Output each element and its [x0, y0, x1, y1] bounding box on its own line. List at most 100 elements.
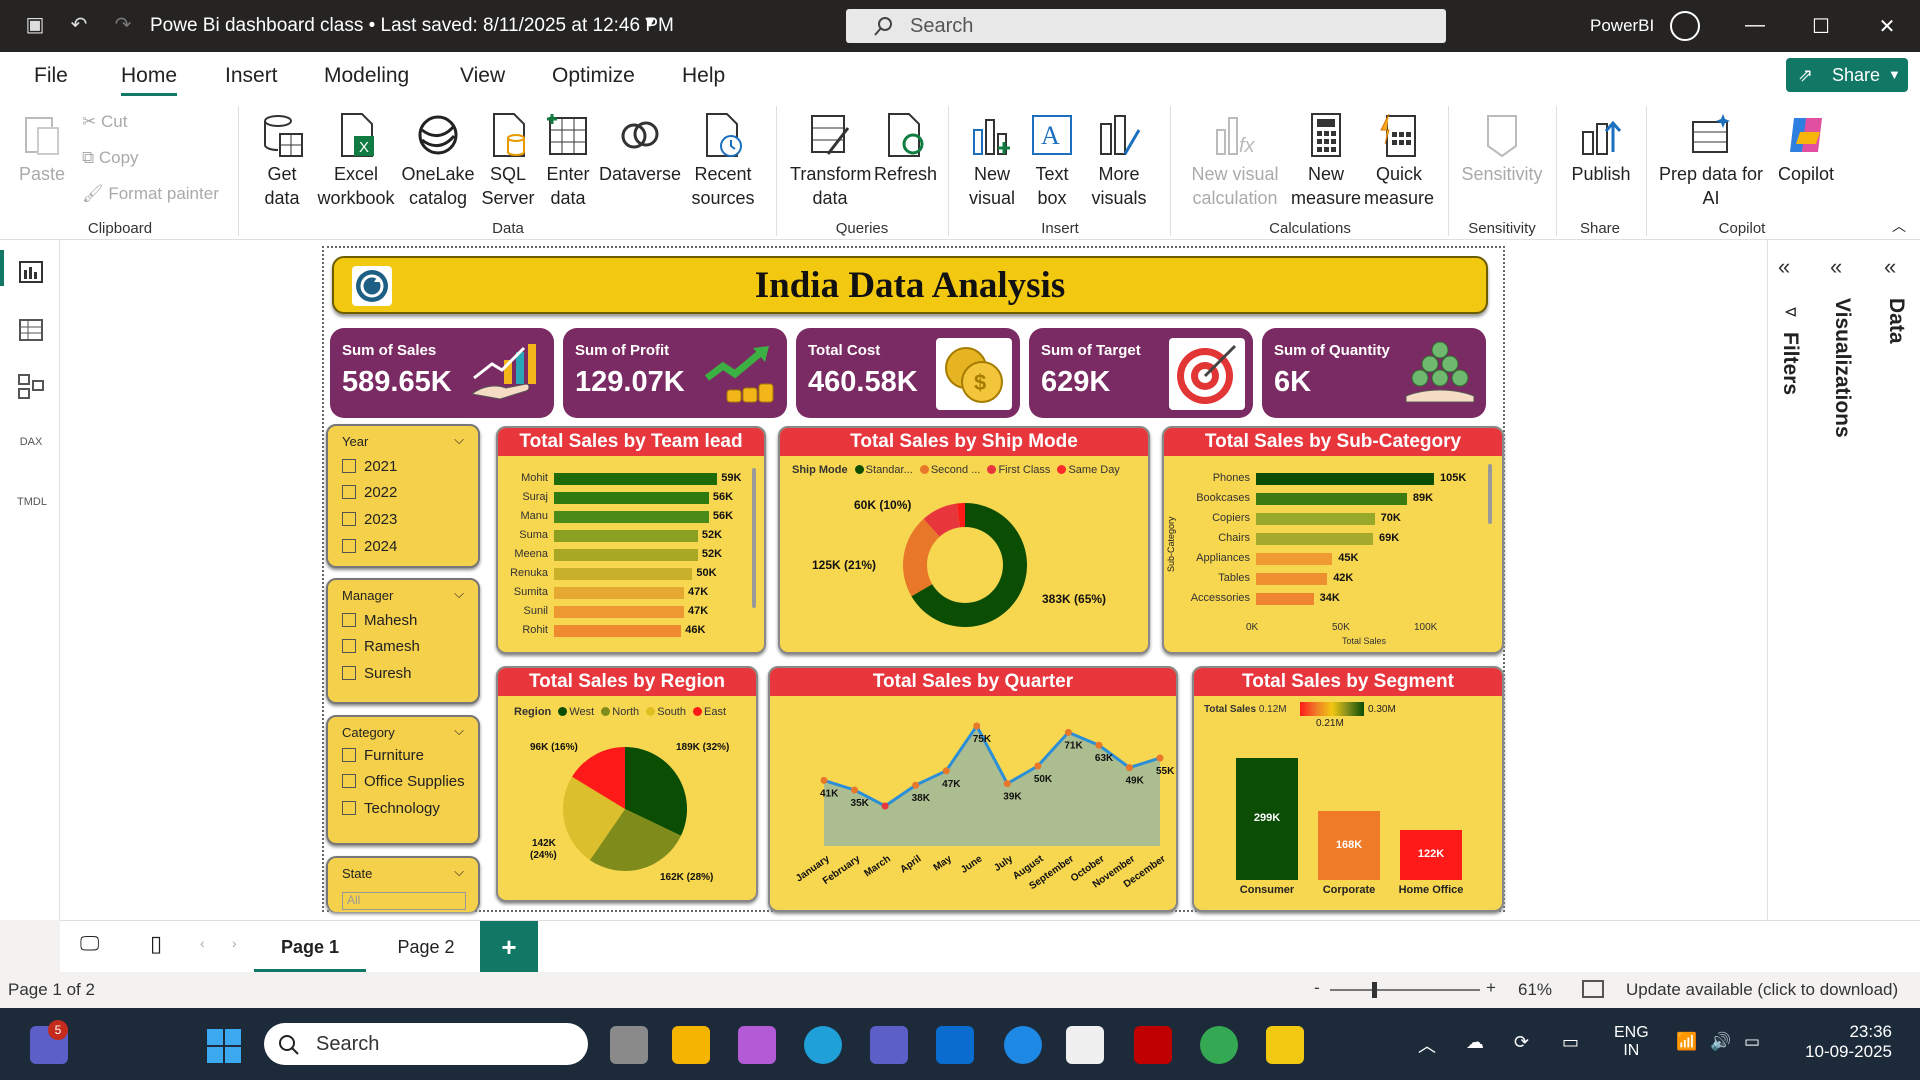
bar[interactable]	[554, 511, 709, 523]
bar-row[interactable]: Rohit 46K	[498, 624, 758, 638]
collapse-ribbon-icon[interactable]: ︿	[1892, 216, 1906, 236]
data-point[interactable]	[1095, 741, 1103, 749]
bar[interactable]	[554, 625, 682, 637]
refresh-button[interactable]: Refresh	[874, 112, 937, 186]
chevron-down-icon[interactable]: ⌵	[454, 723, 464, 739]
add-page-button[interactable]: +	[480, 921, 538, 973]
bar[interactable]	[1256, 573, 1328, 585]
bar-row[interactable]: Bookcases 89K	[1164, 492, 1484, 506]
format-painter-button[interactable]: 🖌 Format painter	[82, 184, 219, 204]
sync-icon[interactable]: ⟳	[1514, 1032, 1529, 1053]
copy-button[interactable]: ⧉ Copy	[82, 148, 139, 168]
new-visual-button[interactable]: New visual	[962, 112, 1022, 210]
language-indicator[interactable]: ENG IN	[1614, 1024, 1649, 1060]
kpi-card-profit[interactable]: Sum of Profit 129.07K	[563, 328, 787, 418]
dataverse-button[interactable]: Dataverse	[598, 112, 682, 186]
recent-sources-button[interactable]: Recent sources	[688, 112, 758, 210]
bar[interactable]	[554, 473, 718, 485]
state-dropdown[interactable]: All	[342, 892, 466, 910]
undo-icon[interactable]: ↶	[66, 12, 92, 38]
data-point[interactable]	[820, 776, 828, 784]
bar-row[interactable]: Copiers 70K	[1164, 512, 1484, 526]
bar[interactable]	[554, 568, 693, 580]
slicer-option[interactable]: Technology	[342, 800, 440, 817]
excel-workbook-button[interactable]: X Excel workbook	[314, 112, 398, 210]
keyboard-icon[interactable]: ▭	[1562, 1032, 1579, 1053]
bar-row[interactable]: Sumita 47K	[498, 586, 758, 600]
data-pane-label[interactable]: Data	[1884, 298, 1908, 344]
zoom-slider[interactable]	[1330, 982, 1480, 998]
bar[interactable]	[1256, 473, 1434, 485]
help-icon[interactable]	[1004, 1026, 1042, 1064]
chart-ship-mode[interactable]: Total Sales by Ship Mode Ship Mode Stand…	[778, 426, 1150, 654]
wifi-icon[interactable]: 📶	[1676, 1032, 1697, 1052]
taskbar-search[interactable]: Search	[264, 1023, 588, 1065]
teams-icon[interactable]	[870, 1026, 908, 1064]
table-view-icon[interactable]	[17, 316, 45, 344]
slicer-option[interactable]: Ramesh	[342, 638, 420, 655]
chart-region[interactable]: Total Sales by Region Region West North …	[496, 666, 758, 902]
zoom-out-button[interactable]: -	[1314, 978, 1320, 998]
bar-row[interactable]: Appliances 45K	[1164, 552, 1484, 566]
copilot-button[interactable]: Copilot	[1766, 112, 1846, 186]
maximize-icon[interactable]: ☐	[1806, 14, 1836, 39]
bar-row[interactable]: Manu 56K	[498, 510, 758, 524]
bar-row[interactable]: Renuka 50K	[498, 567, 758, 581]
chrome-icon[interactable]	[1200, 1026, 1238, 1064]
kpi-card-sales[interactable]: Sum of Sales 589.65K	[330, 328, 554, 418]
tmdl-view-icon[interactable]: TMDL	[17, 496, 47, 524]
tab-page-2[interactable]: Page 2	[370, 921, 482, 973]
bar-row[interactable]: Meena 52K	[498, 548, 758, 562]
quick-measure-button[interactable]: Quick measure	[1364, 112, 1434, 210]
donut-chart[interactable]	[900, 500, 1030, 630]
zoom-level[interactable]: 61%	[1518, 980, 1552, 1000]
menu-file[interactable]: File	[34, 64, 68, 88]
document-title[interactable]: Powe Bi dashboard class • Last saved: 8/…	[150, 15, 674, 37]
bar-row[interactable]: Suma 52K	[498, 529, 758, 543]
slicer-year[interactable]: Year ⌵ 2021 2022 2023 2024	[326, 424, 480, 568]
task-view-icon[interactable]	[610, 1026, 648, 1064]
expand-filters-icon[interactable]: «	[1778, 254, 1790, 280]
menu-help[interactable]: Help	[682, 64, 725, 88]
file-explorer-icon[interactable]	[672, 1026, 710, 1064]
close-icon[interactable]: ✕	[1872, 14, 1902, 39]
slicer-option[interactable]: Office Supplies	[342, 773, 465, 790]
desktop-layout-icon[interactable]: 🖵	[80, 933, 99, 956]
slicer-option[interactable]: Furniture	[342, 747, 424, 764]
chart-team-lead[interactable]: Total Sales by Team lead Mohit 59K Suraj 56…	[496, 426, 766, 654]
data-point[interactable]	[973, 722, 981, 730]
slicer-option[interactable]: 2021	[342, 458, 397, 475]
chart-quarter[interactable]: Total Sales by Quarter 41K January 35K Febr…	[768, 666, 1178, 912]
edge-icon[interactable]	[804, 1026, 842, 1064]
windows-start-icon[interactable]	[206, 1028, 242, 1064]
bar[interactable]	[554, 530, 698, 542]
menu-view[interactable]: View	[460, 64, 505, 88]
bar[interactable]	[554, 587, 685, 599]
publish-button[interactable]: Publish	[1566, 112, 1636, 186]
zoom-in-button[interactable]: +	[1486, 978, 1496, 998]
account-name[interactable]: PowerBI	[1590, 16, 1654, 36]
menu-optimize[interactable]: Optimize	[552, 64, 635, 88]
paste-button[interactable]: Paste	[14, 112, 70, 186]
slicer-option[interactable]: 2024	[342, 538, 397, 555]
bar[interactable]	[1256, 513, 1375, 525]
slicer-option[interactable]: Suresh	[342, 665, 412, 682]
bar[interactable]	[1256, 593, 1314, 605]
chart-sub-category[interactable]: Total Sales by Sub-Category Sub-Category…	[1162, 426, 1504, 654]
data-point[interactable]	[942, 767, 950, 775]
kpi-card-cost[interactable]: Total Cost 460.58K $	[796, 328, 1020, 418]
kpi-card-quantity[interactable]: Sum of Quantity 6K	[1262, 328, 1486, 418]
chevron-down-icon[interactable]: ▼	[642, 14, 658, 32]
solitaire-icon[interactable]	[1066, 1026, 1104, 1064]
bar-row[interactable]: Chairs 69K	[1164, 532, 1484, 546]
area-chart[interactable]: 41KJanuary35KFebruary March38KApril47KMay…	[770, 696, 1178, 912]
bar[interactable]	[1256, 553, 1333, 565]
redo-icon[interactable]: ↷	[110, 12, 136, 38]
tab-page-1[interactable]: Page 1	[254, 921, 366, 973]
data-point[interactable]	[912, 781, 920, 789]
save-icon[interactable]: ▣	[22, 12, 48, 38]
dax-query-view-icon[interactable]: DAX	[17, 436, 45, 464]
bar-row[interactable]: Suraj 56K	[498, 491, 758, 505]
slicer-state[interactable]: State ⌵ All	[326, 856, 480, 912]
enter-data-button[interactable]: Enter data	[540, 112, 596, 210]
